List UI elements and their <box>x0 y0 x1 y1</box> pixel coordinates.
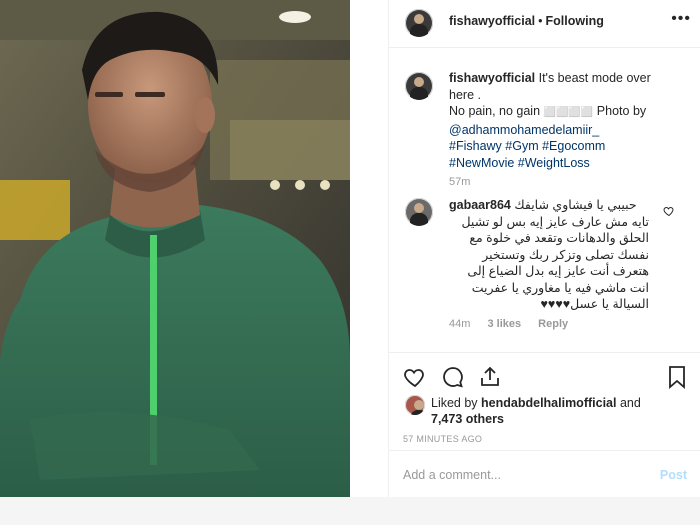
caption-text: fishawyofficial It's beast mode over her… <box>449 70 694 171</box>
comment-input[interactable]: Add a comment... <box>403 468 501 482</box>
likes-count[interactable]: 7,473 others <box>431 412 504 426</box>
header-separator: • <box>538 14 543 28</box>
likes-mid: and <box>616 396 641 410</box>
likes-summary: Liked by hendabdelhalimofficial and 7,47… <box>431 395 641 427</box>
comment-line5: هتعرف أنت عايز إيه بدل الضياع إلى <box>467 264 649 278</box>
heart-icon[interactable] <box>403 365 427 389</box>
caption-line3-pre: No pain, no gain <box>449 104 544 118</box>
add-comment-bar: Add a comment... Post <box>389 450 700 499</box>
commenter-username[interactable]: gabaar864 <box>449 198 511 212</box>
comment-line7: السيالة يا عسل♥♥♥♥ <box>540 297 649 311</box>
post-side-panel: fishawyofficial • Following ••• fishawyoff… <box>388 0 700 497</box>
comment-meta: 44m 3 likes Reply <box>449 318 582 330</box>
caption-avatar[interactable] <box>405 72 433 100</box>
commenter-avatar[interactable] <box>405 198 433 226</box>
comment-line1: حبيبي يا فيشاوي شايفك <box>514 198 637 212</box>
comment-reply-button[interactable]: Reply <box>538 318 568 330</box>
comments-section[interactable]: fishawyofficial It's beast mode over her… <box>389 48 700 351</box>
comment-icon[interactable] <box>441 365 465 389</box>
more-options-icon[interactable]: ••• <box>671 10 691 28</box>
post-actions: Liked by hendabdelhalimofficial and 7,47… <box>389 352 700 498</box>
comment-line4: نفسك تصلى وتزكر ربك وتستخير <box>482 247 649 262</box>
caption-line3-post: Photo by <box>593 104 647 118</box>
caption-line1: It's beast mode over <box>535 71 651 85</box>
caption-meta: 57m <box>449 176 484 188</box>
post-comment-button[interactable]: Post <box>660 468 687 482</box>
comment-time[interactable]: 44m <box>449 318 470 330</box>
caption-time[interactable]: 57m <box>449 176 470 188</box>
share-icon[interactable] <box>478 365 502 389</box>
comment-line6: انت ماشي فيه يا مغاوري يا عفريت <box>471 280 649 295</box>
liker-avatar[interactable] <box>405 395 425 415</box>
page-bottom-band <box>0 497 700 525</box>
post-header: fishawyofficial • Following ••• <box>389 0 700 48</box>
caption-line2: here . <box>449 87 481 102</box>
comment-likes[interactable]: 3 likes <box>487 318 521 330</box>
liker-username[interactable]: hendabdelhalimofficial <box>481 396 616 410</box>
photographer-mention[interactable]: @adhammohamedelamiir_ <box>449 122 694 139</box>
likes-prefix: Liked by <box>431 396 482 410</box>
comment-line2: تايه مش عارف عايز إيه بس لو تشيل <box>461 214 649 229</box>
bookmark-icon[interactable] <box>667 365 687 389</box>
comment-text: gabaar864 حبيبي يا فيشاوي شايفك تايه مش … <box>449 197 649 313</box>
following-button[interactable]: Following <box>546 14 604 28</box>
hashtags-line1[interactable]: #Fishawy #Gym #Egocomm <box>449 138 694 155</box>
post-frame: fishawyofficial • Following ••• fishawyoff… <box>0 0 700 497</box>
gym-photo-illustration <box>0 0 350 497</box>
post-photo[interactable] <box>0 0 350 497</box>
emoji-glyphs: ⬜⬜⬜⬜ <box>543 107 594 118</box>
author-username[interactable]: fishawyofficial <box>449 14 535 28</box>
comment-line3: الحلق والدهانات وتقعد في خلوة مع <box>469 231 649 245</box>
caption-username[interactable]: fishawyofficial <box>449 71 535 85</box>
hashtags-line2[interactable]: #NewMovie #WeightLoss <box>449 155 694 172</box>
header-user-line: fishawyofficial • Following <box>449 14 604 28</box>
comment-like-heart-icon[interactable] <box>663 205 675 217</box>
post-timestamp[interactable]: 57 MINUTES AGO <box>403 434 482 444</box>
author-avatar[interactable] <box>405 9 433 37</box>
